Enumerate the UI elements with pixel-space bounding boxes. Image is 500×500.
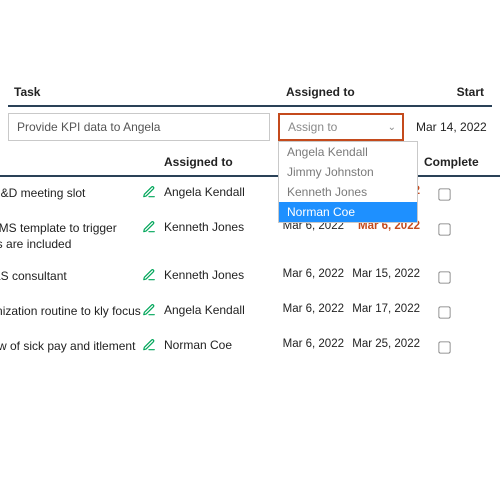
table-row: e RAMS template to trigger levels are in…	[0, 212, 500, 260]
completed-cell	[424, 185, 464, 204]
chevron-down-icon: ⌄	[388, 122, 396, 133]
table-header-completed: Complete	[424, 155, 479, 169]
task-name-input[interactable]	[8, 113, 270, 141]
completed-cell	[424, 268, 464, 287]
table-row: review of sick pay and itlement Norman Co…	[0, 330, 500, 365]
pencil-icon	[142, 220, 156, 234]
pencil-icon	[142, 338, 156, 352]
completed-checkbox[interactable]	[438, 188, 450, 200]
edit-button[interactable]	[142, 220, 164, 237]
assign-to-placeholder: Assign to	[288, 120, 337, 134]
due-date-cell: Mar 25, 2022	[344, 338, 424, 350]
table-header-assigned: Assigned to	[164, 155, 274, 169]
new-task-input-row: Assign to ⌄ Mar 14, 2022 Angela KendallJ…	[0, 107, 500, 149]
task-cell: review of sick pay and itlement	[0, 338, 142, 354]
start-date-cell: Mar 6, 2022	[274, 268, 344, 280]
edit-button[interactable]	[142, 185, 164, 202]
table-header-row: Assigned to ue Complete	[0, 149, 500, 177]
dropdown-option[interactable]: Kenneth Jones	[279, 182, 417, 202]
dropdown-option[interactable]: Angela Kendall	[279, 142, 417, 162]
assignee-cell: Norman Coe	[164, 338, 274, 352]
table-row: organization routine to kly focus Angela …	[0, 295, 500, 330]
task-cell: organization routine to kly focus	[0, 303, 142, 319]
assign-to-dropdown[interactable]: Assign to ⌄	[278, 113, 404, 141]
completed-checkbox[interactable]	[438, 272, 450, 284]
completed-cell	[424, 338, 464, 357]
header-task-label: Task	[14, 85, 286, 99]
dropdown-option[interactable]: Jimmy Johnston	[279, 162, 417, 182]
task-cell: w H&S consultant	[0, 268, 142, 284]
task-cell: e RAMS template to trigger levels are in…	[0, 220, 142, 252]
start-date-cell: Mar 6, 2022	[274, 303, 344, 315]
completed-cell	[424, 303, 464, 322]
table-row: the R&D meeting slotAngela Kendall, 2022	[0, 177, 500, 212]
table-row: w H&S consultant Kenneth JonesMar 6, 2022…	[0, 260, 500, 295]
pencil-icon	[142, 185, 156, 199]
pencil-icon	[142, 268, 156, 282]
start-date-value: Mar 14, 2022	[412, 120, 492, 134]
assignee-cell: Kenneth Jones	[164, 268, 274, 282]
edit-button[interactable]	[142, 338, 164, 355]
assignee-cell: Angela Kendall	[164, 185, 274, 199]
edit-button[interactable]	[142, 303, 164, 320]
assignee-cell: Kenneth Jones	[164, 220, 274, 234]
completed-checkbox[interactable]	[438, 223, 450, 235]
start-date-cell: Mar 6, 2022	[274, 338, 344, 350]
assign-to-dropdown-panel: Angela KendallJimmy JohnstonKenneth Jone…	[278, 141, 418, 223]
completed-checkbox[interactable]	[438, 342, 450, 354]
input-header-row: Task Assigned to Start	[0, 85, 500, 105]
edit-button[interactable]	[142, 268, 164, 285]
due-date-cell: Mar 15, 2022	[344, 268, 424, 280]
header-assigned-label: Assigned to	[286, 85, 416, 99]
dropdown-option[interactable]: Norman Coe	[279, 202, 417, 222]
due-date-cell: Mar 17, 2022	[344, 303, 424, 315]
pencil-icon	[142, 303, 156, 317]
header-start-label: Start	[416, 85, 486, 99]
assignee-cell: Angela Kendall	[164, 303, 274, 317]
completed-cell	[424, 220, 464, 239]
completed-checkbox[interactable]	[438, 307, 450, 319]
task-cell: the R&D meeting slot	[0, 185, 142, 201]
